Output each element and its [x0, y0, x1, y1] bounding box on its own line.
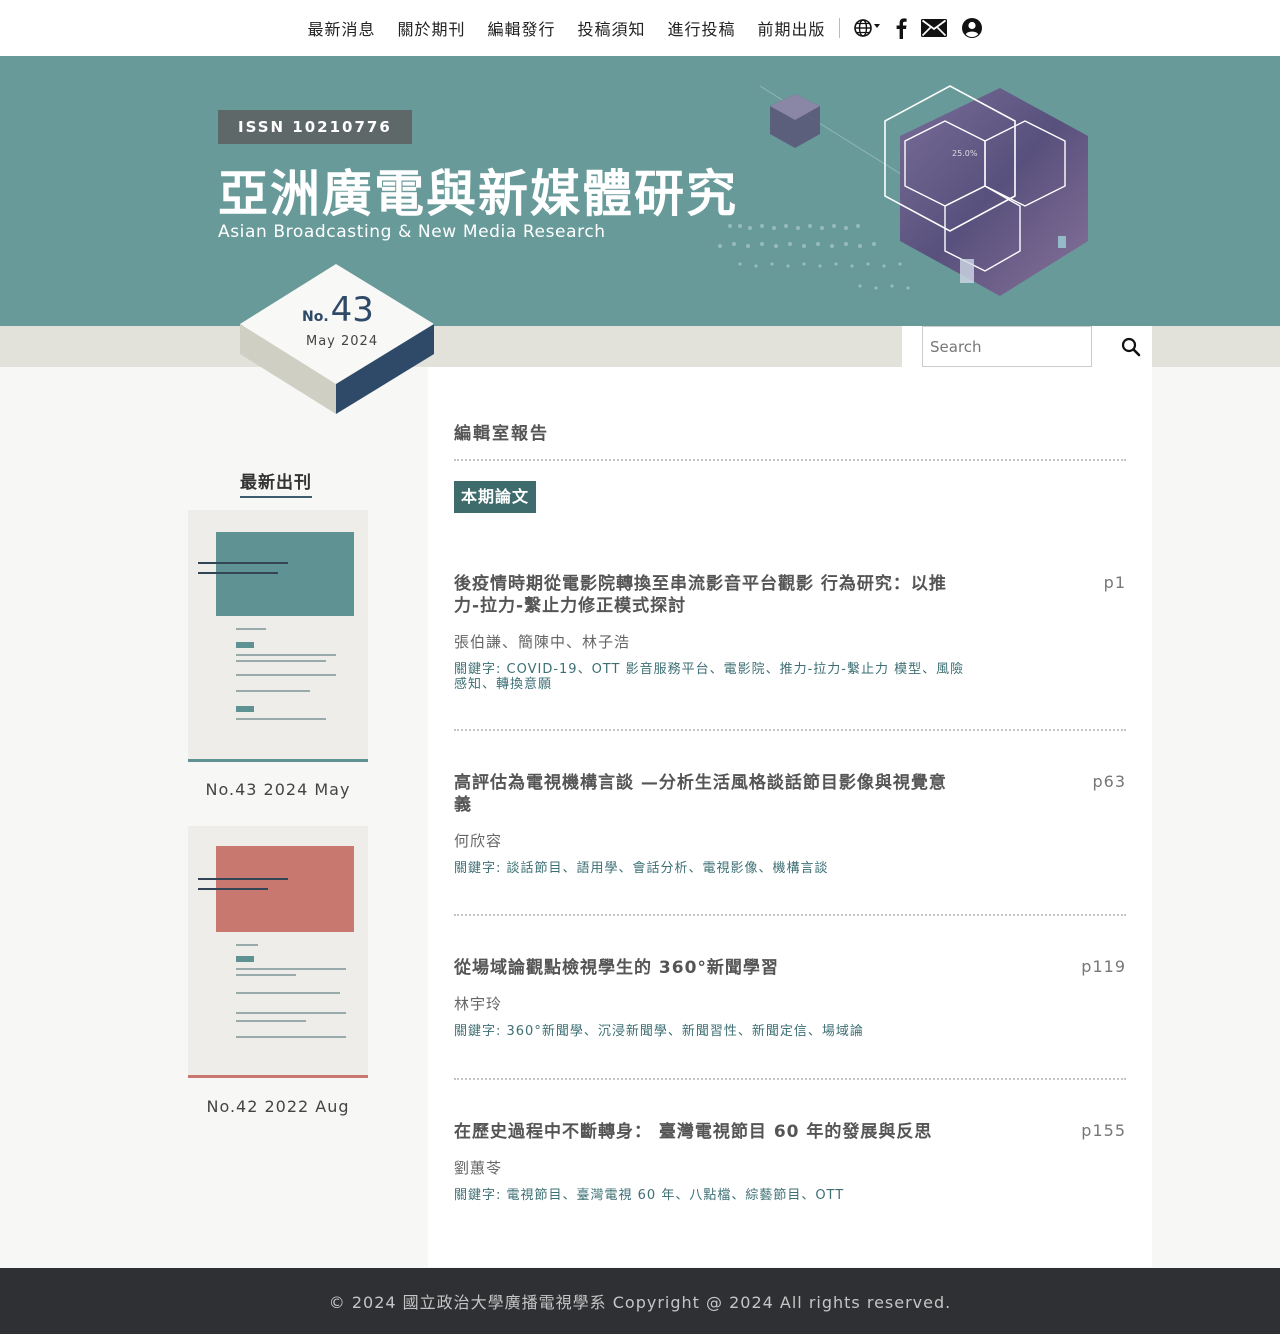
user-icon[interactable]	[961, 17, 983, 39]
globe-icon[interactable]	[853, 18, 881, 38]
main-content: 編輯室報告 本期論文 後疫情時期從電影院轉換至串流影音平台觀影 行為研究：以推力…	[428, 367, 1152, 1267]
search-input[interactable]	[922, 326, 1092, 367]
article-keywords: 關鍵字: 360°新聞學、沉浸新聞學、新聞習性、新聞定信、場域論	[454, 1024, 864, 1039]
article-title[interactable]: 在歷史過程中不斷轉身： 臺灣電視節目 60 年的發展與反思	[454, 1121, 964, 1143]
cover-image-no42[interactable]	[188, 826, 368, 1078]
cover-label-no43[interactable]: No.43 2024 May	[188, 780, 368, 799]
article-page: p1	[1103, 573, 1126, 592]
nav-icons	[846, 17, 990, 39]
facebook-icon[interactable]	[895, 17, 907, 39]
cover-image-no43[interactable]	[188, 510, 368, 762]
nav-divider	[838, 18, 840, 38]
mail-icon[interactable]	[920, 19, 947, 37]
top-navigation: 最新消息 關於期刊 編輯發行 投稿須知 進行投稿 前期出版	[0, 0, 1280, 56]
divider	[454, 459, 1126, 461]
article-item: 從場域論觀點檢視學生的 360°新聞學習 p119 林宇玲 關鍵字: 360°新…	[454, 957, 1126, 1039]
hero-banner: ISSN 10210776 亞洲廣電與新媒體研究 Asian Broadcast…	[0, 56, 1280, 326]
nav-item-guidelines[interactable]: 投稿須知	[578, 16, 646, 40]
article-page: p119	[1081, 957, 1126, 976]
article-item: 後疫情時期從電影院轉換至串流影音平台觀影 行為研究：以推力-拉力-繫止力修正模式…	[454, 573, 1126, 692]
divider	[454, 729, 1126, 731]
journal-title-en: Asian Broadcasting & New Media Research	[218, 222, 606, 242]
article-authors: 劉蕙苓	[454, 1159, 503, 1177]
article-item: 高評估為電視機構言談 —分析生活風格談話節目影像與視覺意義 p63 何欣容 關鍵…	[454, 772, 1126, 876]
issue-number: No. 43	[302, 290, 374, 330]
article-item: 在歷史過程中不斷轉身： 臺灣電視節目 60 年的發展與反思 p155 劉蕙苓 關…	[454, 1121, 1126, 1203]
svg-text:25.0%: 25.0%	[952, 149, 978, 158]
article-title[interactable]: 從場域論觀點檢視學生的 360°新聞學習	[454, 957, 964, 979]
article-title[interactable]: 高評估為電視機構言談 —分析生活風格談話節目影像與視覺意義	[454, 772, 964, 816]
nav-item-editorial[interactable]: 編輯發行	[487, 16, 555, 40]
hexagon-artwork: 25.0%	[718, 85, 1088, 296]
issue-no-prefix: No.	[302, 309, 329, 325]
sidebar-title: 最新出刊	[240, 468, 312, 498]
cover-label-no42[interactable]: No.42 2022 Aug	[188, 1097, 368, 1116]
search-box	[902, 326, 1152, 367]
article-keywords: 關鍵字: 電視節目、臺灣電視 60 年、八點檔、綜藝節目、OTT	[454, 1188, 845, 1203]
main-menu: 最新消息 關於期刊 編輯發行 投稿須知 進行投稿 前期出版	[296, 16, 836, 40]
divider	[454, 914, 1126, 916]
article-authors: 張伯謙、簡陳中、林子浩	[454, 633, 631, 651]
nav-item-submit[interactable]: 進行投稿	[668, 16, 736, 40]
issn-badge: ISSN 10210776	[218, 110, 412, 144]
search-icon[interactable]	[1120, 336, 1142, 358]
nav-item-news[interactable]: 最新消息	[307, 16, 375, 40]
nav-item-archive[interactable]: 前期出版	[758, 16, 826, 40]
issue-date: May 2024	[306, 334, 379, 349]
nav-item-about[interactable]: 關於期刊	[397, 16, 465, 40]
article-page: p155	[1081, 1121, 1126, 1140]
article-authors: 林宇玲	[454, 995, 503, 1013]
article-keywords: 關鍵字: COVID-19、OTT 影音服務平台、電影院、推力-拉力-繫止力 模…	[454, 662, 965, 692]
article-authors: 何欣容	[454, 832, 503, 850]
journal-title-zh: 亞洲廣電與新媒體研究	[218, 165, 738, 223]
issue-no-value: 43	[330, 290, 374, 330]
footer: © 2024 國立政治大學廣播電視學系 Copyright @ 2024 All…	[0, 1268, 1280, 1334]
article-page: p63	[1092, 772, 1126, 791]
article-title[interactable]: 後疫情時期從電影院轉換至串流影音平台觀影 行為研究：以推力-拉力-繫止力修正模式…	[454, 573, 964, 617]
article-keywords: 關鍵字: 談話節目、語用學、會話分析、電視影像、機構言談	[454, 861, 829, 876]
copyright-text: © 2024 國立政治大學廣播電視學系 Copyright @ 2024 All…	[328, 1293, 952, 1312]
divider	[454, 1078, 1126, 1080]
papers-tag: 本期論文	[454, 481, 537, 513]
editorial-report-heading[interactable]: 編輯室報告	[454, 419, 549, 444]
